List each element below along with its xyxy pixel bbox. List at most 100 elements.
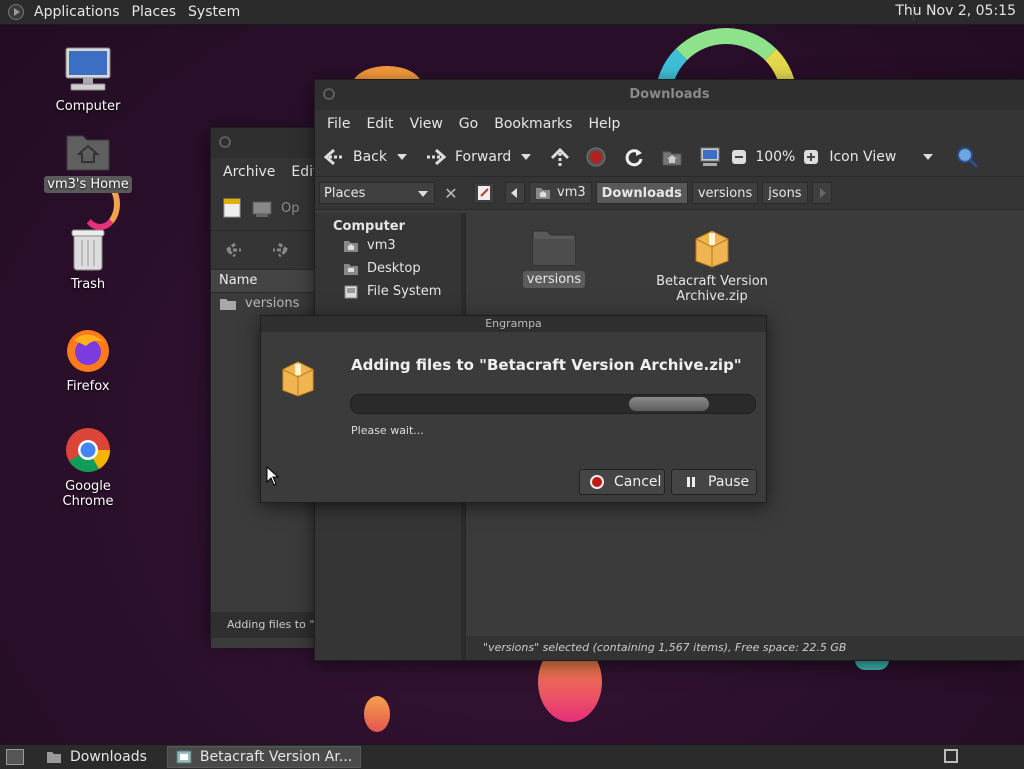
- zoom-out-icon[interactable]: [731, 149, 747, 165]
- taskbar-label: Betacraft Version Ar...: [199, 749, 353, 765]
- folder-icon: [220, 299, 236, 310]
- close-sidebar-icon[interactable]: ✕: [441, 184, 461, 203]
- breadcrumb-item-jsons[interactable]: jsons: [762, 182, 808, 204]
- zoom-in-icon[interactable]: [803, 149, 819, 165]
- top-panel: Applications Places System Thu Nov 2, 05…: [0, 0, 1024, 25]
- menubar: Archive Edit: [211, 158, 319, 186]
- back-arrow-icon[interactable]: [223, 242, 243, 258]
- reload-icon[interactable]: [623, 146, 645, 168]
- workspace-switcher-icon[interactable]: [944, 749, 958, 763]
- breadcrumb-item-downloads[interactable]: Downloads: [595, 182, 688, 204]
- progress-pulse: [629, 397, 709, 411]
- file-item-versions[interactable]: versions: [519, 227, 589, 288]
- sidebar-mode-select[interactable]: Places: [319, 182, 435, 204]
- computer-icon: [65, 47, 111, 91]
- chevron-down-icon[interactable]: [521, 154, 532, 160]
- up-arrow-icon[interactable]: [549, 147, 571, 167]
- wallpaper-shape: [364, 696, 390, 732]
- nav-bar: [211, 231, 315, 269]
- edit-location-icon[interactable]: [473, 182, 495, 204]
- breadcrumb-item-versions[interactable]: versions: [691, 182, 759, 204]
- desktop-icon-firefox[interactable]: Firefox: [38, 326, 138, 395]
- breadcrumb-scroll-left[interactable]: [505, 182, 525, 204]
- home-folder-icon: [536, 188, 550, 199]
- close-icon[interactable]: [219, 136, 231, 148]
- chevron-down-icon[interactable]: [397, 154, 407, 160]
- folder-icon: [47, 752, 61, 763]
- taskbar-item-archive[interactable]: Betacraft Version Ar...: [166, 746, 362, 768]
- cancel-button[interactable]: Cancel: [579, 469, 665, 495]
- dialog-titlebar[interactable]: Engrampa: [261, 316, 766, 332]
- menu-go[interactable]: Go: [451, 116, 486, 132]
- sidebar-item-desktop[interactable]: Desktop: [315, 257, 465, 280]
- stop-icon[interactable]: [585, 146, 607, 168]
- desktop-folder-icon: [344, 263, 358, 275]
- menu-bookmarks[interactable]: Bookmarks: [486, 116, 580, 132]
- search-icon[interactable]: [955, 145, 979, 169]
- zoom-level[interactable]: 100%: [755, 149, 795, 165]
- folder-icon: [532, 230, 576, 266]
- home-icon[interactable]: [661, 147, 683, 167]
- mate-logo-icon[interactable]: [8, 4, 24, 20]
- desktop-icon-label: Firefox: [66, 379, 110, 394]
- bottom-panel: Downloads Betacraft Version Ar...: [0, 744, 1024, 769]
- chrome-icon: [66, 428, 110, 472]
- taskbar-label: Downloads: [70, 749, 147, 765]
- desktop-icon-computer[interactable]: Computer: [38, 46, 138, 115]
- menu-view[interactable]: View: [402, 116, 451, 132]
- menu-edit[interactable]: Edit: [358, 116, 401, 132]
- progress-dialog[interactable]: Engrampa Adding files to "Betacraft Vers…: [261, 316, 766, 502]
- back-arrow-icon: [323, 148, 343, 166]
- menu-archive[interactable]: Archive: [215, 164, 283, 180]
- clock[interactable]: Thu Nov 2, 05:15: [895, 3, 1016, 19]
- breadcrumb-item-vm3[interactable]: vm3: [529, 182, 592, 204]
- taskbar-item-downloads[interactable]: Downloads: [38, 747, 155, 767]
- progress-bar: [350, 394, 756, 414]
- desktop-icon-trash[interactable]: Trash: [38, 226, 138, 293]
- close-icon[interactable]: [323, 88, 335, 100]
- menu-help[interactable]: Help: [580, 116, 628, 132]
- stop-icon: [590, 475, 604, 489]
- view-mode-select[interactable]: Icon View: [829, 149, 934, 165]
- file-name: Betacraft Version Archive.zip: [656, 274, 768, 304]
- column-header-name[interactable]: Name: [211, 269, 315, 293]
- home-folder-icon: [66, 135, 110, 171]
- breadcrumb-scroll-right[interactable]: [811, 182, 832, 204]
- toolbar: Back Forward 100% Icon View: [315, 138, 1024, 177]
- open-archive-icon[interactable]: [251, 197, 273, 219]
- desktop-icon-label: vm3's Home: [44, 176, 132, 193]
- desktop-icon-chrome[interactable]: Google Chrome: [38, 426, 138, 510]
- forward-label: Forward: [455, 149, 512, 165]
- back-button[interactable]: Back: [323, 148, 407, 166]
- computer-icon[interactable]: [699, 147, 721, 167]
- menu-file[interactable]: File: [319, 116, 358, 132]
- window-titlebar[interactable]: [211, 128, 315, 158]
- sidebar-item-vm3[interactable]: vm3: [315, 234, 465, 257]
- menubar: File Edit View Go Bookmarks Help: [315, 110, 1024, 138]
- list-item[interactable]: versions: [211, 293, 315, 315]
- dialog-status: Please wait...: [351, 424, 424, 437]
- desktop-icon-label: Trash: [70, 277, 106, 292]
- places-menu[interactable]: Places: [126, 4, 183, 20]
- file-item-archive[interactable]: Betacraft Version Archive.zip: [649, 227, 775, 305]
- desktop-icon-label: Google Chrome: [62, 479, 114, 509]
- list-item-name: versions: [245, 296, 300, 311]
- applications-menu[interactable]: Applications: [28, 4, 126, 20]
- sidebar-item-file-system[interactable]: File System: [315, 280, 465, 303]
- toolbar: Op: [211, 186, 315, 231]
- desktop-icon-label: Computer: [55, 99, 121, 114]
- forward-arrow-icon[interactable]: [271, 242, 291, 258]
- forward-arrow-icon: [427, 148, 447, 166]
- pause-button[interactable]: Pause: [671, 469, 757, 495]
- show-desktop-icon[interactable]: [6, 749, 24, 765]
- system-menu[interactable]: System: [182, 4, 246, 20]
- new-archive-icon[interactable]: [221, 197, 243, 219]
- open-button-label[interactable]: Op: [281, 201, 299, 216]
- sidebar-item-label: vm3: [367, 238, 396, 253]
- desktop-icon-home[interactable]: vm3's Home: [38, 128, 138, 193]
- archive-icon: [282, 361, 314, 397]
- window-titlebar[interactable]: Downloads: [315, 80, 1024, 110]
- location-bar: Places ✕ vm3 Downloads versions jsons: [315, 177, 1024, 210]
- forward-button[interactable]: Forward: [425, 148, 532, 166]
- breadcrumb: vm3 Downloads versions jsons: [473, 182, 832, 204]
